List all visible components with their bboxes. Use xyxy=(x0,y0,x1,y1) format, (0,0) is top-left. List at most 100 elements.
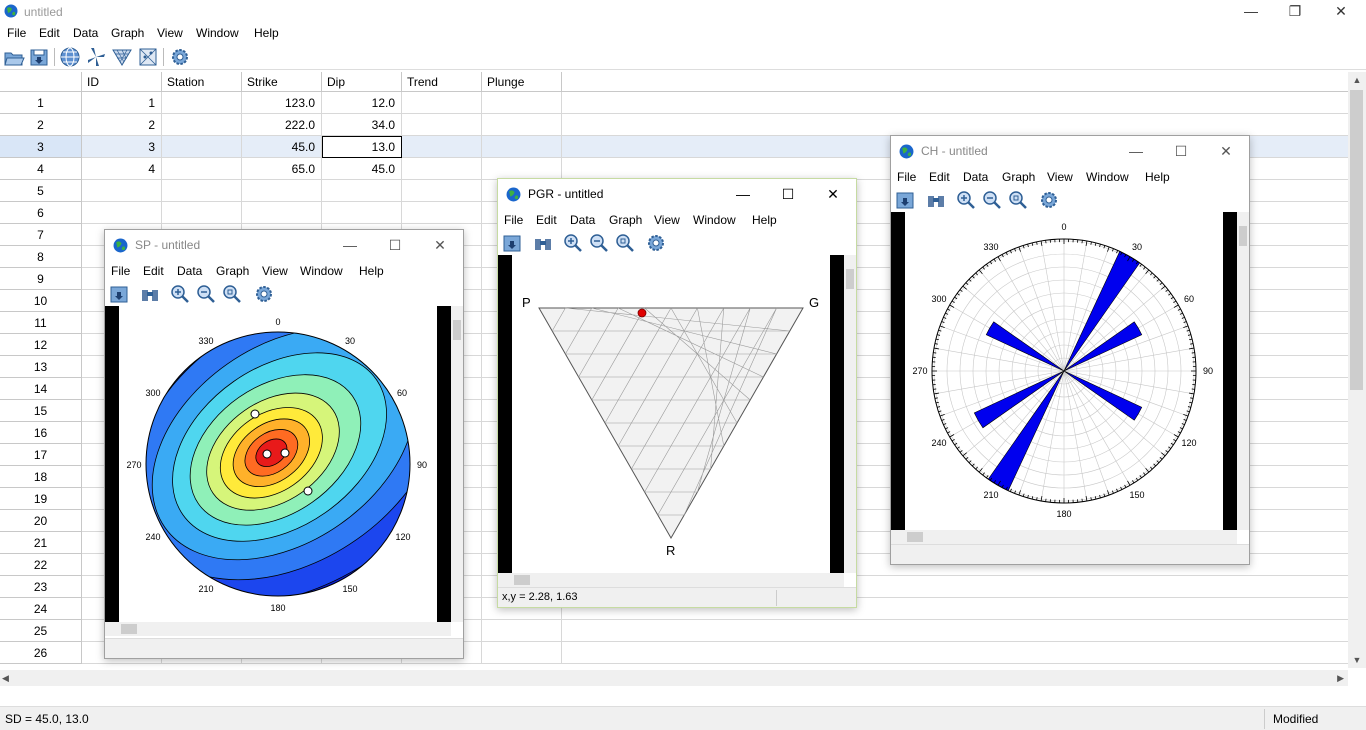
sp-save-icon[interactable] xyxy=(108,283,130,305)
table-cell-strike[interactable]: 222.0 xyxy=(242,114,322,136)
row-header[interactable]: 26 xyxy=(0,642,82,664)
close-button[interactable]: ✕ xyxy=(1318,0,1364,24)
sp-window[interactable]: SP - untitled — ☐ ✕ File Edit Data Graph… xyxy=(104,229,464,659)
ch-maximize-button[interactable]: ☐ xyxy=(1166,140,1196,162)
sp-minimize-button[interactable]: — xyxy=(335,234,365,256)
row-header[interactable]: 18 xyxy=(0,466,82,488)
pgr-settings-icon[interactable] xyxy=(645,232,667,254)
row-header[interactable]: 13 xyxy=(0,356,82,378)
table-cell-dip[interactable]: 12.0 xyxy=(322,92,402,114)
menu-edit[interactable]: Edit xyxy=(39,26,60,40)
pgr-binoculars-icon[interactable] xyxy=(532,232,554,254)
table-cell-plunge[interactable] xyxy=(482,114,562,136)
table-cell-plunge[interactable] xyxy=(482,642,562,664)
table-cell-dip[interactable]: 34.0 xyxy=(322,114,402,136)
table-cell-dip[interactable]: 45.0 xyxy=(322,158,402,180)
row-header[interactable]: 4 xyxy=(0,158,82,180)
row-header[interactable]: 6 xyxy=(0,202,82,224)
menu-view[interactable]: View xyxy=(157,26,183,40)
row-header[interactable]: 20 xyxy=(0,510,82,532)
sp-menu-help[interactable]: Help xyxy=(359,264,384,278)
sp-menu-edit[interactable]: Edit xyxy=(143,264,164,278)
scroll-left-icon[interactable]: ◀ xyxy=(2,670,9,686)
sp-zoom-fit-icon[interactable] xyxy=(221,283,243,305)
pgr-ternary-plot[interactable]: P G R xyxy=(512,255,830,573)
vertical-scrollbar[interactable]: ▲ ▼ xyxy=(1348,72,1366,668)
row-header[interactable]: 11 xyxy=(0,312,82,334)
scroll-up-icon[interactable]: ▲ xyxy=(1348,72,1366,88)
pgr-data-point[interactable] xyxy=(637,308,647,318)
ch-zoom-in-icon[interactable] xyxy=(955,189,977,211)
sp-menu-file[interactable]: File xyxy=(111,264,130,278)
column-header-plunge[interactable]: Plunge xyxy=(482,72,562,92)
sp-zoom-out-icon[interactable] xyxy=(195,283,217,305)
ch-close-button[interactable]: ✕ xyxy=(1211,140,1241,162)
pgr-minimize-button[interactable]: — xyxy=(728,183,758,205)
table-cell-trend[interactable] xyxy=(402,136,482,158)
ch-menu-edit[interactable]: Edit xyxy=(929,170,950,184)
table-cell-trend[interactable] xyxy=(402,114,482,136)
ch-menu-data[interactable]: Data xyxy=(963,170,988,184)
column-header-dip[interactable]: Dip xyxy=(322,72,402,92)
row-header[interactable]: 25 xyxy=(0,620,82,642)
pgr-menu-window[interactable]: Window xyxy=(693,213,736,227)
pgr-maximize-button[interactable]: ☐ xyxy=(773,183,803,205)
sp-vertical-scrollbar[interactable] xyxy=(451,306,463,622)
menu-file[interactable]: File xyxy=(7,26,26,40)
row-header[interactable]: 19 xyxy=(0,488,82,510)
row-header[interactable]: 2 xyxy=(0,114,82,136)
save-icon[interactable] xyxy=(28,46,50,68)
sp-stereonet-plot[interactable]: 0 30 60 90 120 150 180 210 240 270 300 3… xyxy=(119,306,437,622)
row-header[interactable]: 9 xyxy=(0,268,82,290)
table-cell-strike[interactable]: 45.0 xyxy=(242,136,322,158)
row-header[interactable]: 3 xyxy=(0,136,82,158)
globe-icon[interactable] xyxy=(59,46,81,68)
pgr-zoom-fit-icon[interactable] xyxy=(614,232,636,254)
pgr-menu-edit[interactable]: Edit xyxy=(536,213,557,227)
pgr-titlebar[interactable]: PGR - untitled — ☐ ✕ xyxy=(498,179,856,209)
table-cell-trend[interactable] xyxy=(402,202,482,224)
column-header-station[interactable]: Station xyxy=(162,72,242,92)
row-header[interactable]: 23 xyxy=(0,576,82,598)
table-cell-strike[interactable] xyxy=(242,180,322,202)
pgr-close-button[interactable]: ✕ xyxy=(818,183,848,205)
column-header-trend[interactable]: Trend xyxy=(402,72,482,92)
pgr-zoom-in-icon[interactable] xyxy=(562,232,584,254)
row-header[interactable]: 1 xyxy=(0,92,82,114)
menu-window[interactable]: Window xyxy=(196,26,239,40)
row-header[interactable]: 16 xyxy=(0,422,82,444)
column-header-id[interactable]: ID xyxy=(82,72,162,92)
sp-pole-point[interactable] xyxy=(280,448,290,458)
sp-pole-point[interactable] xyxy=(262,449,272,459)
table-cell-dip[interactable]: 13.0 xyxy=(322,136,402,158)
restore-button[interactable]: ❐ xyxy=(1272,0,1318,24)
row-header[interactable]: 12 xyxy=(0,334,82,356)
ch-settings-icon[interactable] xyxy=(1038,189,1060,211)
ch-minimize-button[interactable]: — xyxy=(1121,140,1151,162)
row-header[interactable]: 5 xyxy=(0,180,82,202)
horizontal-scrollbar[interactable]: ◀ ▶ xyxy=(0,670,1348,686)
table-cell-id[interactable]: 4 xyxy=(82,158,162,180)
ch-vertical-scrollbar[interactable] xyxy=(1237,212,1249,530)
row-header[interactable]: 24 xyxy=(0,598,82,620)
column-header-strike[interactable]: Strike xyxy=(242,72,322,92)
grid-icon[interactable] xyxy=(137,46,159,68)
ch-horizontal-scrollbar[interactable] xyxy=(891,530,1237,544)
sp-titlebar[interactable]: SP - untitled — ☐ ✕ xyxy=(105,230,463,260)
table-cell-plunge[interactable] xyxy=(482,92,562,114)
ch-zoom-fit-icon[interactable] xyxy=(1007,189,1029,211)
table-cell-station[interactable] xyxy=(162,92,242,114)
sp-menu-view[interactable]: View xyxy=(262,264,288,278)
sp-menu-window[interactable]: Window xyxy=(300,264,343,278)
sp-menu-data[interactable]: Data xyxy=(177,264,202,278)
ch-rose-petal[interactable] xyxy=(985,321,1065,372)
open-icon[interactable] xyxy=(3,46,25,68)
sp-settings-icon[interactable] xyxy=(253,283,275,305)
table-cell-station[interactable] xyxy=(162,202,242,224)
ch-binoculars-icon[interactable] xyxy=(925,189,947,211)
ch-rose-diagram[interactable]: 0 30 60 90 120 150 180 210 240 270 300 3… xyxy=(905,212,1223,530)
table-cell-strike[interactable]: 65.0 xyxy=(242,158,322,180)
table-cell-station[interactable] xyxy=(162,158,242,180)
minimize-button[interactable]: — xyxy=(1228,0,1274,24)
table-cell-trend[interactable] xyxy=(402,180,482,202)
